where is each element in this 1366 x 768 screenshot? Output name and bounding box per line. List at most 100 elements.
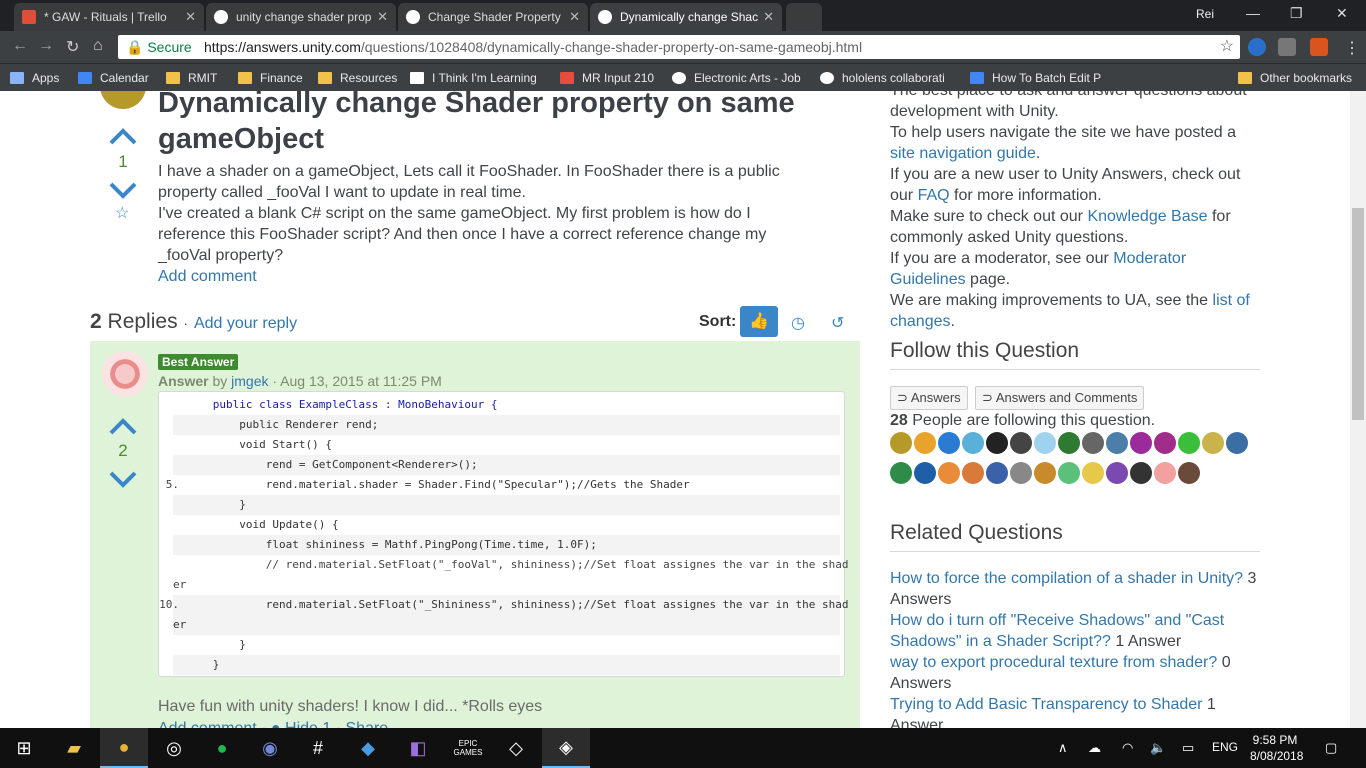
- follower-avatar[interactable]: [986, 432, 1008, 454]
- new-tab-button[interactable]: [786, 3, 822, 31]
- follower-avatar[interactable]: [1034, 432, 1056, 454]
- answer-author-avatar[interactable]: [102, 351, 148, 397]
- chrome-icon[interactable]: ●: [100, 728, 148, 768]
- sort-recent-icon[interactable]: ↺: [831, 313, 844, 333]
- onedrive-icon[interactable]: ☁: [1088, 740, 1101, 756]
- follower-avatar[interactable]: [1202, 432, 1224, 454]
- target-app-icon[interactable]: ◎: [150, 728, 198, 768]
- knowledge-base-link[interactable]: Knowledge Base: [1087, 208, 1207, 225]
- follower-avatar[interactable]: [962, 432, 984, 454]
- follower-avatar[interactable]: [938, 462, 960, 484]
- unity-hub-icon[interactable]: ◇: [492, 728, 540, 768]
- follower-avatar[interactable]: [938, 432, 960, 454]
- follower-avatar[interactable]: [1178, 462, 1200, 484]
- unity-icon[interactable]: ◈: [542, 728, 590, 768]
- scrollbar-thumb[interactable]: [1352, 208, 1364, 420]
- notifications-icon[interactable]: ▢: [1325, 740, 1337, 756]
- close-tab-icon[interactable]: ✕: [185, 3, 196, 31]
- url-text[interactable]: https://answers.unity.com/questions/1028…: [204, 35, 862, 59]
- bookmark-ea[interactable]: Electronic Arts - Job: [672, 71, 801, 85]
- favorite-star-icon[interactable]: ☆: [115, 203, 129, 223]
- minimize-icon[interactable]: —: [1246, 5, 1260, 21]
- answer-vote-down-icon[interactable]: [108, 469, 138, 489]
- vote-up-icon[interactable]: [108, 127, 138, 147]
- windows-start-icon[interactable]: ⊞: [0, 728, 48, 768]
- follower-avatar[interactable]: [1058, 432, 1080, 454]
- answer-author-link[interactable]: jmgek: [231, 373, 268, 389]
- browser-tab-change-shader[interactable]: Change Shader Property ✕: [398, 3, 588, 31]
- follower-avatar[interactable]: [1130, 432, 1152, 454]
- bookmark-hololens[interactable]: hololens collaborati: [820, 71, 945, 85]
- follower-avatar[interactable]: [1034, 462, 1056, 484]
- follow-answers-button[interactable]: ⊃ Answers: [890, 386, 968, 410]
- bookmark-batch-edit[interactable]: How To Batch Edit P: [970, 71, 1101, 85]
- clock[interactable]: 9:58 PM 8/08/2018: [1250, 732, 1303, 764]
- extension-icon[interactable]: [1248, 38, 1266, 56]
- close-tab-icon[interactable]: ✕: [763, 3, 774, 31]
- follower-avatar[interactable]: [1058, 462, 1080, 484]
- visual-studio-icon[interactable]: ◧: [394, 728, 442, 768]
- follow-answers-comments-button[interactable]: ⊃ Answers and Comments: [975, 386, 1145, 410]
- extension-badge-icon[interactable]: [1310, 38, 1328, 56]
- tray-chevron-icon[interactable]: ∧: [1058, 740, 1068, 756]
- discord-icon[interactable]: ◉: [246, 728, 294, 768]
- bookmark-apps[interactable]: Apps: [10, 71, 59, 85]
- file-explorer-icon[interactable]: ▰: [50, 728, 98, 768]
- browser-tab-google[interactable]: unity change shader prop ✕: [206, 3, 396, 31]
- menu-icon[interactable]: ⋮: [1344, 38, 1360, 58]
- maximize-icon[interactable]: ❐: [1290, 5, 1303, 22]
- profile-name[interactable]: Rei: [1196, 7, 1214, 21]
- add-comment-link[interactable]: Add comment: [158, 266, 808, 287]
- wifi-icon[interactable]: ◠: [1122, 740, 1133, 756]
- site-navigation-link[interactable]: site navigation guide: [890, 145, 1036, 162]
- close-tab-icon[interactable]: ✕: [377, 3, 388, 31]
- follower-avatar[interactable]: [1178, 432, 1200, 454]
- close-window-icon[interactable]: ✕: [1336, 5, 1348, 22]
- secure-label[interactable]: 🔒 Secure: [126, 35, 192, 59]
- bookmark-star-icon[interactable]: ☆: [1220, 35, 1234, 59]
- follower-avatar[interactable]: [1154, 432, 1176, 454]
- bookmark-calendar[interactable]: Calendar: [78, 71, 149, 85]
- add-reply-link[interactable]: Add your reply: [194, 315, 297, 332]
- home-icon[interactable]: ⌂: [93, 37, 103, 55]
- follower-avatar[interactable]: [1106, 462, 1128, 484]
- follower-avatar[interactable]: [962, 462, 984, 484]
- volume-icon[interactable]: 🔈: [1150, 740, 1166, 756]
- follower-avatar[interactable]: [1010, 462, 1032, 484]
- slack-icon[interactable]: #: [294, 728, 342, 768]
- bookmark-mr-input[interactable]: MR Input 210: [560, 71, 654, 85]
- follower-avatar[interactable]: [914, 462, 936, 484]
- answer-vote-up-icon[interactable]: [108, 417, 138, 437]
- follower-avatar[interactable]: [1106, 432, 1128, 454]
- vote-down-icon[interactable]: [108, 180, 138, 200]
- browser-tab-active[interactable]: Dynamically change Shac ✕: [590, 3, 782, 31]
- faq-link[interactable]: FAQ: [918, 187, 950, 204]
- mail-icon[interactable]: [1278, 38, 1296, 56]
- follower-avatar[interactable]: [890, 432, 912, 454]
- bookmark-learning[interactable]: I Think I'm Learning: [410, 71, 537, 85]
- follower-avatar[interactable]: [1226, 432, 1248, 454]
- follower-avatar[interactable]: [1082, 432, 1104, 454]
- sort-oldest-icon[interactable]: ◷: [791, 313, 805, 333]
- spotify-icon[interactable]: ●: [198, 728, 246, 768]
- follower-avatar[interactable]: [1154, 462, 1176, 484]
- sort-votes-button[interactable]: 👍: [740, 306, 778, 337]
- browser-tab-trello[interactable]: * GAW - Rituals | Trello ✕: [14, 3, 204, 31]
- reload-icon[interactable]: ↻: [66, 37, 79, 57]
- bookmark-resources[interactable]: Resources: [318, 71, 397, 85]
- follower-avatar[interactable]: [914, 432, 936, 454]
- forward-icon[interactable]: →: [38, 37, 54, 55]
- back-icon[interactable]: ←: [12, 37, 28, 55]
- close-tab-icon[interactable]: ✕: [569, 3, 580, 31]
- epic-games-icon[interactable]: EPIC GAMES: [444, 728, 492, 768]
- follower-avatar[interactable]: [1130, 462, 1152, 484]
- follower-avatar[interactable]: [1082, 462, 1104, 484]
- maps-icon[interactable]: ◆: [344, 728, 392, 768]
- follower-avatar[interactable]: [890, 462, 912, 484]
- address-bar[interactable]: 🔒 Secure https://answers.unity.com/quest…: [118, 35, 1240, 59]
- follower-avatar[interactable]: [986, 462, 1008, 484]
- bookmark-rmit[interactable]: RMIT: [166, 71, 217, 85]
- battery-icon[interactable]: ▭: [1182, 740, 1194, 756]
- follower-avatar[interactable]: [1010, 432, 1032, 454]
- language-indicator[interactable]: ENG: [1212, 740, 1238, 754]
